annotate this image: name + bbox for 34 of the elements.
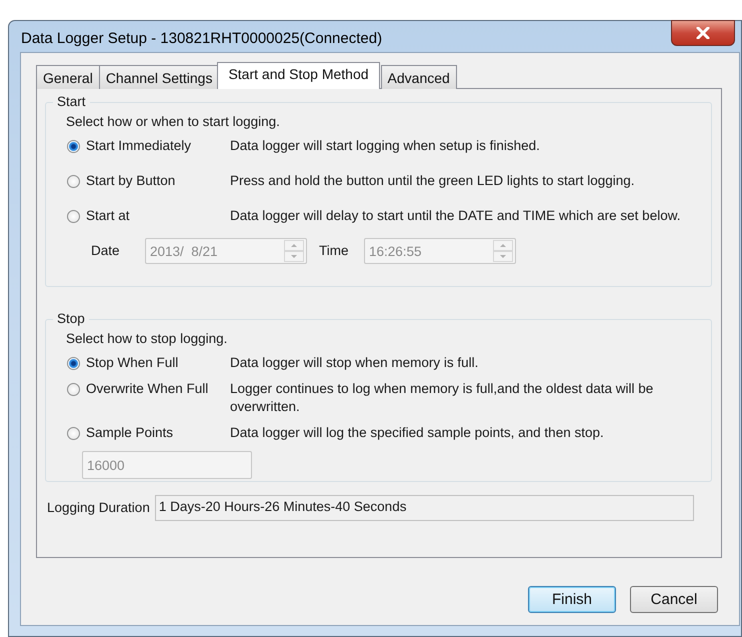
- option-description: Data logger will stop when memory is full.: [230, 354, 480, 372]
- tab[interactable]: Channel Settings: [98, 65, 220, 89]
- time-label: Time: [319, 242, 350, 260]
- tab[interactable]: Start and Stop Method: [217, 62, 380, 89]
- logging-duration-label: Logging Duration: [47, 499, 150, 517]
- radio-button[interactable]: [67, 210, 80, 222]
- option-description: Press and hold the button until the green LED lights to start logging.: [230, 172, 636, 190]
- dialog-button[interactable]: Finish: [528, 586, 616, 613]
- radio-button[interactable]: [67, 426, 80, 440]
- radio-option[interactable]: Overwrite When Full: [66, 380, 230, 398]
- date-label: Date: [91, 242, 121, 260]
- radio-option[interactable]: Start Immediately: [66, 137, 230, 155]
- group-title: Stop: [53, 311, 89, 327]
- option-description: Logger continues to log when memory is full,and the oldest data will be overwritten.: [230, 380, 654, 416]
- tab[interactable]: General: [36, 65, 100, 89]
- radio-button[interactable]: [67, 382, 80, 396]
- prompt-text: Select how or when to start logging.: [66, 113, 281, 130]
- logging-duration-field: 1 Days-20 Hours-26 Minutes-40 Seconds: [154, 495, 694, 521]
- radio-button[interactable]: [67, 174, 80, 188]
- close-icon: [696, 27, 710, 39]
- dialog-button[interactable]: Cancel: [630, 586, 718, 613]
- option-description: Data logger will delay to start until the DATE and TIME which are set below.: [230, 207, 682, 225]
- radio-button[interactable]: [67, 356, 80, 370]
- tab[interactable]: Advanced: [380, 65, 457, 89]
- prompt-text: Select how to stop logging.: [66, 330, 228, 347]
- radio-option[interactable]: Stop When Full: [66, 354, 230, 372]
- radio-option[interactable]: Start at: [66, 207, 230, 225]
- close-button[interactable]: [671, 20, 735, 46]
- radio-option[interactable]: Sample Points: [66, 424, 230, 442]
- radio-option[interactable]: Start by Button: [66, 172, 230, 190]
- option-description: Data logger will log the specified sample points, and then stop.: [230, 424, 605, 442]
- window-title: Data Logger Setup - 130821RHT0000025(Connected): [20, 30, 382, 47]
- radio-button[interactable]: [67, 140, 80, 152]
- option-description: Data logger will start logging when setup is finished.: [230, 137, 541, 155]
